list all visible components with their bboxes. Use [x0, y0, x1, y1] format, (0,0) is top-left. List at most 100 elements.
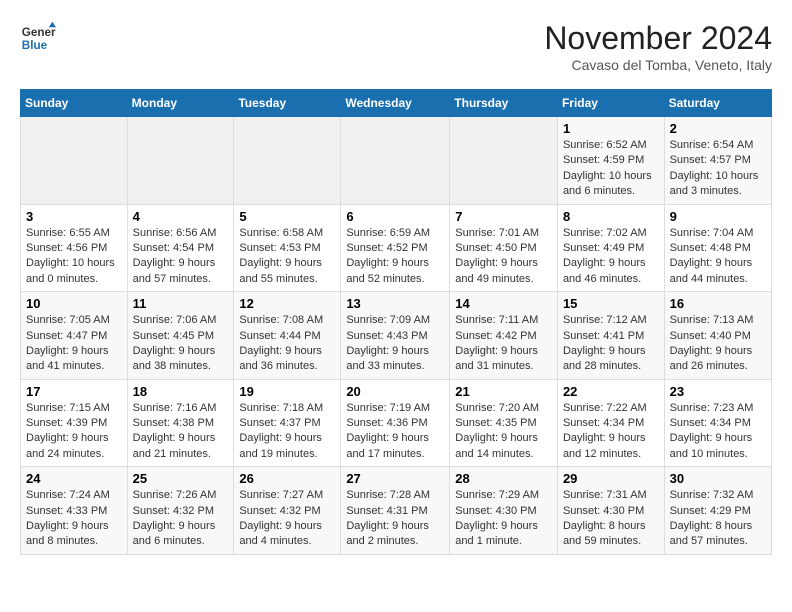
table-row: 26 Sunrise: 7:27 AM Sunset: 4:32 PM Dayli…: [234, 467, 341, 555]
day-info: Sunrise: 7:15 AM Sunset: 4:39 PM Dayligh…: [26, 401, 122, 463]
calendar-table: Sunday Monday Tuesday Wednesday Thursday…: [20, 89, 772, 555]
day-number: 24: [26, 471, 122, 486]
table-row: 8 Sunrise: 7:02 AM Sunset: 4:49 PM Daylig…: [557, 204, 664, 292]
month-title: November 2024: [544, 20, 772, 57]
table-row: 14 Sunrise: 7:11 AM Sunset: 4:42 PM Dayli…: [450, 292, 558, 380]
header-saturday: Saturday: [664, 90, 771, 117]
day-info: Sunrise: 7:31 AM Sunset: 4:30 PM Dayligh…: [563, 488, 659, 550]
table-row: 20 Sunrise: 7:19 AM Sunset: 4:36 PM Dayli…: [341, 379, 450, 467]
table-row: 9 Sunrise: 7:04 AM Sunset: 4:48 PM Daylig…: [664, 204, 771, 292]
day-info: Sunrise: 7:01 AM Sunset: 4:50 PM Dayligh…: [455, 226, 552, 288]
table-row: 21Sunrise: 7:20 AM Sunset: 4:35 PM Dayli…: [450, 379, 558, 467]
header-wednesday: Wednesday: [341, 90, 450, 117]
day-number: 14: [455, 296, 552, 311]
table-row: 23 Sunrise: 7:23 AM Sunset: 4:34 PM Dayli…: [664, 379, 771, 467]
day-number: 29: [563, 471, 659, 486]
day-info: Sunrise: 7:18 AM Sunset: 4:37 PM Dayligh…: [239, 401, 335, 463]
calendar-header-row: Sunday Monday Tuesday Wednesday Thursday…: [21, 90, 772, 117]
table-row: 3Sunrise: 6:55 AM Sunset: 4:56 PM Daylig…: [21, 204, 128, 292]
table-row: [234, 117, 341, 205]
day-info: Sunrise: 7:02 AM Sunset: 4:49 PM Dayligh…: [563, 226, 659, 288]
table-row: [21, 117, 128, 205]
table-row: 11 Sunrise: 7:06 AM Sunset: 4:45 PM Dayli…: [127, 292, 234, 380]
table-row: 24 Sunrise: 7:24 AM Sunset: 4:33 PM Dayli…: [21, 467, 128, 555]
table-row: 10 Sunrise: 7:05 AM Sunset: 4:47 PM Dayli…: [21, 292, 128, 380]
table-row: 22 Sunrise: 7:22 AM Sunset: 4:34 PM Dayli…: [557, 379, 664, 467]
day-info: Sunrise: 7:22 AM Sunset: 4:34 PM Dayligh…: [563, 401, 659, 463]
day-info: Sunrise: 7:05 AM Sunset: 4:47 PM Dayligh…: [26, 313, 122, 375]
day-number: 8: [563, 209, 659, 224]
svg-text:General: General: [22, 26, 56, 39]
title-block: November 2024 Cavaso del Tomba, Veneto, …: [544, 20, 772, 73]
day-number: 18: [133, 384, 229, 399]
day-number: 10: [26, 296, 122, 311]
table-row: 7 Sunrise: 7:01 AM Sunset: 4:50 PM Daylig…: [450, 204, 558, 292]
day-number: 23: [670, 384, 766, 399]
table-row: 6 Sunrise: 6:59 AM Sunset: 4:52 PM Daylig…: [341, 204, 450, 292]
day-number: 5: [239, 209, 335, 224]
day-info: Sunrise: 6:56 AM Sunset: 4:54 PM Dayligh…: [133, 226, 229, 288]
table-row: [341, 117, 450, 205]
logo-icon: General Blue: [20, 20, 56, 56]
day-info: Sunrise: 7:32 AM Sunset: 4:29 PM Dayligh…: [670, 488, 766, 550]
logo: General Blue: [20, 20, 56, 56]
day-number: 21: [455, 384, 552, 399]
table-row: 13 Sunrise: 7:09 AM Sunset: 4:43 PM Dayli…: [341, 292, 450, 380]
day-info: Sunrise: 7:13 AM Sunset: 4:40 PM Dayligh…: [670, 313, 766, 375]
day-info: Sunrise: 7:11 AM Sunset: 4:42 PM Dayligh…: [455, 313, 552, 375]
table-row: 16 Sunrise: 7:13 AM Sunset: 4:40 PM Dayli…: [664, 292, 771, 380]
table-row: 18Sunrise: 7:16 AM Sunset: 4:38 PM Dayli…: [127, 379, 234, 467]
day-number: 6: [346, 209, 444, 224]
day-info: Sunrise: 7:23 AM Sunset: 4:34 PM Dayligh…: [670, 401, 766, 463]
day-info: Sunrise: 6:58 AM Sunset: 4:53 PM Dayligh…: [239, 226, 335, 288]
header-thursday: Thursday: [450, 90, 558, 117]
day-info: Sunrise: 7:08 AM Sunset: 4:44 PM Dayligh…: [239, 313, 335, 375]
day-info: Sunrise: 7:24 AM Sunset: 4:33 PM Dayligh…: [26, 488, 122, 550]
day-info: Sunrise: 7:09 AM Sunset: 4:43 PM Dayligh…: [346, 313, 444, 375]
day-number: 20: [346, 384, 444, 399]
day-info: Sunrise: 7:12 AM Sunset: 4:41 PM Dayligh…: [563, 313, 659, 375]
day-info: Sunrise: 7:29 AM Sunset: 4:30 PM Dayligh…: [455, 488, 552, 550]
table-row: 19Sunrise: 7:18 AM Sunset: 4:37 PM Dayli…: [234, 379, 341, 467]
day-number: 26: [239, 471, 335, 486]
day-info: Sunrise: 7:19 AM Sunset: 4:36 PM Dayligh…: [346, 401, 444, 463]
day-number: 11: [133, 296, 229, 311]
header-friday: Friday: [557, 90, 664, 117]
day-number: 12: [239, 296, 335, 311]
day-info: Sunrise: 7:28 AM Sunset: 4:31 PM Dayligh…: [346, 488, 444, 550]
calendar-week-row: 1Sunrise: 6:52 AM Sunset: 4:59 PM Daylig…: [21, 117, 772, 205]
table-row: 2Sunrise: 6:54 AM Sunset: 4:57 PM Daylig…: [664, 117, 771, 205]
day-number: 2: [670, 121, 766, 136]
page-header: General Blue November 2024 Cavaso del To…: [20, 20, 772, 73]
header-monday: Monday: [127, 90, 234, 117]
day-info: Sunrise: 7:06 AM Sunset: 4:45 PM Dayligh…: [133, 313, 229, 375]
table-row: 29 Sunrise: 7:31 AM Sunset: 4:30 PM Dayli…: [557, 467, 664, 555]
table-row: 28 Sunrise: 7:29 AM Sunset: 4:30 PM Dayli…: [450, 467, 558, 555]
day-number: 9: [670, 209, 766, 224]
day-number: 28: [455, 471, 552, 486]
day-number: 17: [26, 384, 122, 399]
location-subtitle: Cavaso del Tomba, Veneto, Italy: [544, 57, 772, 73]
day-info: Sunrise: 7:26 AM Sunset: 4:32 PM Dayligh…: [133, 488, 229, 550]
calendar-week-row: 24 Sunrise: 7:24 AM Sunset: 4:33 PM Dayli…: [21, 467, 772, 555]
day-info: Sunrise: 6:59 AM Sunset: 4:52 PM Dayligh…: [346, 226, 444, 288]
day-number: 7: [455, 209, 552, 224]
svg-text:Blue: Blue: [22, 39, 48, 52]
table-row: 1Sunrise: 6:52 AM Sunset: 4:59 PM Daylig…: [557, 117, 664, 205]
day-info: Sunrise: 7:27 AM Sunset: 4:32 PM Dayligh…: [239, 488, 335, 550]
calendar-week-row: 10 Sunrise: 7:05 AM Sunset: 4:47 PM Dayli…: [21, 292, 772, 380]
table-row: 12 Sunrise: 7:08 AM Sunset: 4:44 PM Dayli…: [234, 292, 341, 380]
table-row: 15Sunrise: 7:12 AM Sunset: 4:41 PM Dayli…: [557, 292, 664, 380]
calendar-week-row: 3Sunrise: 6:55 AM Sunset: 4:56 PM Daylig…: [21, 204, 772, 292]
day-number: 16: [670, 296, 766, 311]
day-info: Sunrise: 6:52 AM Sunset: 4:59 PM Dayligh…: [563, 138, 659, 200]
day-info: Sunrise: 7:04 AM Sunset: 4:48 PM Dayligh…: [670, 226, 766, 288]
day-number: 4: [133, 209, 229, 224]
day-number: 30: [670, 471, 766, 486]
day-number: 27: [346, 471, 444, 486]
calendar-week-row: 17 Sunrise: 7:15 AM Sunset: 4:39 PM Dayli…: [21, 379, 772, 467]
day-number: 22: [563, 384, 659, 399]
day-number: 13: [346, 296, 444, 311]
table-row: 27 Sunrise: 7:28 AM Sunset: 4:31 PM Dayli…: [341, 467, 450, 555]
day-info: Sunrise: 6:55 AM Sunset: 4:56 PM Dayligh…: [26, 226, 122, 288]
